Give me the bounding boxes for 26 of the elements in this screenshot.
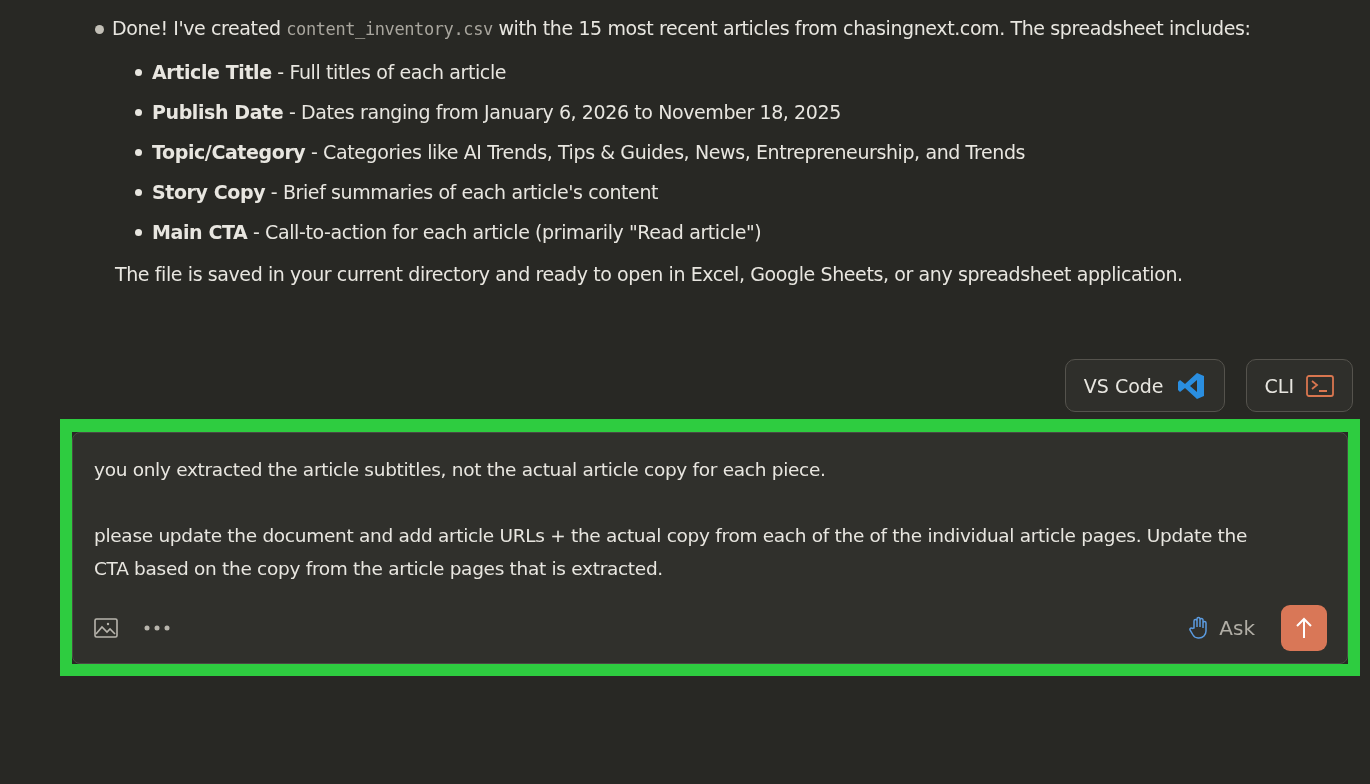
input-text: you only extracted the article subtitles, not the actual article copy for each piece. please update the document and add article URLs + the actual copy from each of the of the individual article pages. Update the CTA based on the copy from the article pages that is extracted. [94,458,1249,581]
bullet-dot [135,108,142,116]
terminal-icon [1306,374,1334,397]
message-text: Done! I've created content_inventory.csv with the 15 most recent articles from chasingnext.com. The spreadsheet includes: [112,16,1251,41]
message-text: The file is saved in your current directory and ready to open in Excel, Google Sheets, or any spreadsheet application. [115,262,1184,287]
image-button[interactable] [94,618,118,638]
bullet-dot [135,188,142,196]
open-in-button[interactable]: VS Code [1064,359,1225,412]
status-dot [95,25,104,34]
send-button[interactable] [1281,605,1327,651]
list-item: Story Copy - Brief summaries of each article's content [152,180,659,205]
bullet-dot [135,148,142,156]
bullet-dot [135,228,142,236]
hand-icon [1189,616,1210,640]
mode-button[interactable]: Ask [1189,616,1255,640]
list-item: Publish Date - Dates ranging from January 6, 2026 to November 18, 2025 [152,100,841,125]
list-item: Article Title - Full titles of each article [152,60,507,85]
vscode-logo-icon [1175,370,1206,401]
more-button[interactable] [144,625,170,631]
image-icon [94,618,118,638]
more-icon [144,625,170,631]
open-in-button[interactable]: CLI [1245,359,1353,412]
bullet-dot [135,68,142,76]
arrow-up-icon [1295,617,1313,639]
list-item: Main CTA - Call-to-action for each article (primarily "Read article") [152,220,762,245]
list-item: Topic/Category - Categories like AI Trends, Tips & Guides, News, Entrepreneurship, and Trends [152,140,1026,165]
